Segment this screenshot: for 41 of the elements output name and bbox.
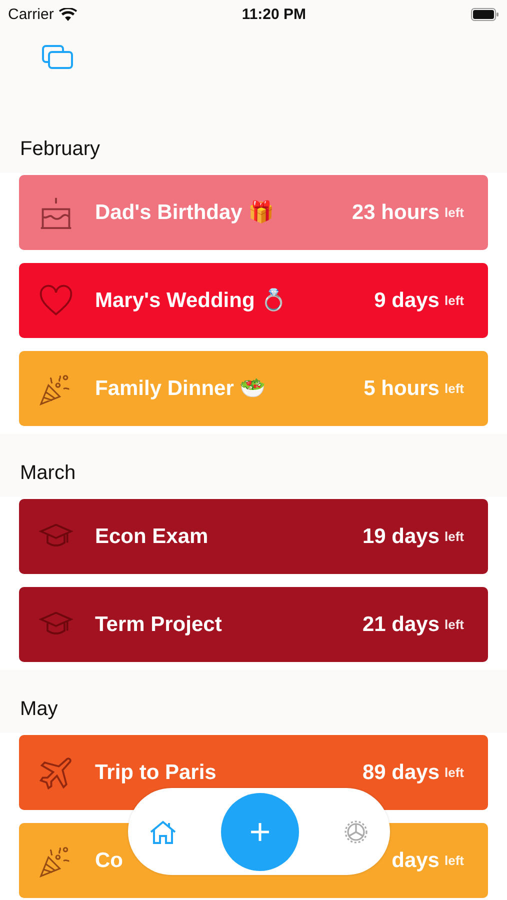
event-title: Term Project [95,612,223,636]
heart-icon [39,284,73,318]
event-title: Co [95,848,124,872]
countdown-suffix: left [444,853,464,868]
cards-icon[interactable] [42,44,74,70]
countdown-suffix: left [444,765,464,780]
home-icon [150,820,176,844]
countdown-suffix: left [444,529,464,544]
event-title: Trip to Paris [95,760,218,784]
countdown-suffix: left [444,293,464,308]
countdown-value: 21 days [362,612,440,636]
month-heading: February [20,138,100,160]
carrier-label: Carrier [8,6,54,22]
countdown-value: 19 days [362,524,440,548]
home-tab[interactable] [150,820,176,844]
countdown-value: 9 days [374,288,440,312]
event-title: Econ Exam [95,524,210,548]
event-title: Dad's Birthday 🎁 [95,200,276,225]
countdown-value: 23 hours [352,200,440,224]
cake-icon [39,196,73,230]
settings-tab[interactable] [344,820,368,844]
month-heading: March [20,462,76,484]
battery-icon [471,8,499,20]
countdown-value: 5 hours [364,376,440,400]
clock-time: 11:20 PM [242,6,306,22]
countdown-value: days [392,848,440,872]
event-card[interactable]: Mary's Wedding 💍 9 days left [19,263,488,338]
settings-icon [344,820,368,844]
countdown-suffix: left [444,381,464,396]
event-card[interactable]: Term Project 21 days left [19,587,488,662]
countdown-suffix: left [444,205,464,220]
event-title: Mary's Wedding 💍 [95,288,288,313]
event-title: Family Dinner 🥗 [95,376,267,401]
airplane-icon [39,756,73,790]
event-card[interactable]: Econ Exam 19 days left [19,499,488,574]
event-card[interactable]: Dad's Birthday 🎁 23 hours left [19,175,488,250]
wifi-icon [58,8,77,20]
month-heading: May [20,698,58,720]
countdown-suffix: left [444,617,464,632]
countdown-value: 89 days [362,760,440,784]
plus-icon [250,822,270,842]
